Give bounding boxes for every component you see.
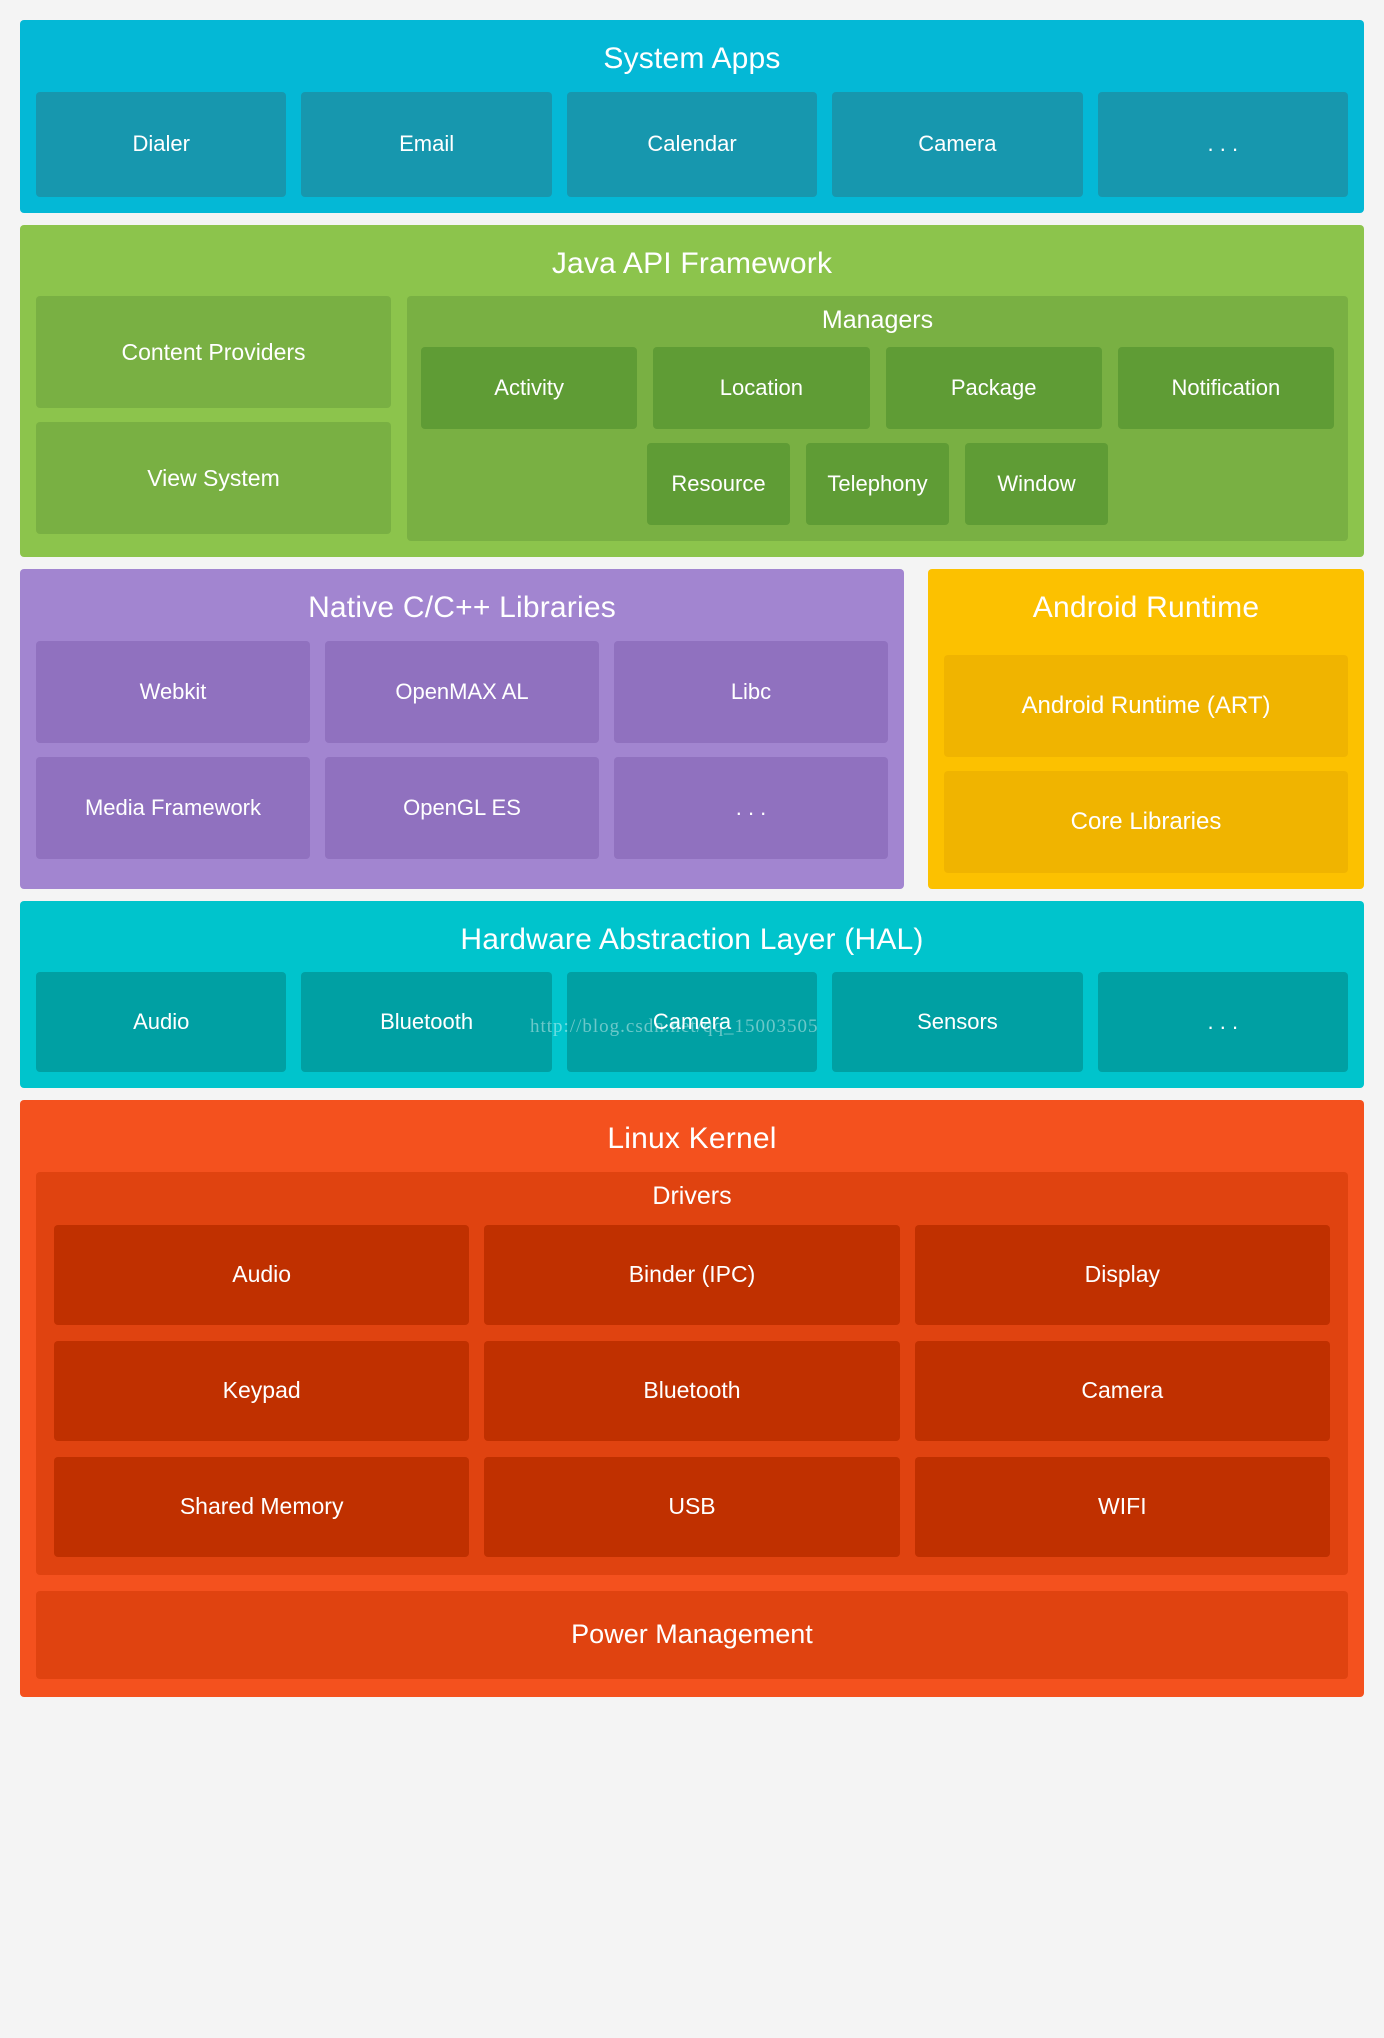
tile-webkit[interactable]: Webkit	[36, 640, 310, 743]
tile-email[interactable]: Email	[301, 91, 552, 197]
tile-location-manager[interactable]: Location	[653, 347, 870, 429]
tile-dialer[interactable]: Dialer	[36, 91, 287, 197]
tile-media-framework[interactable]: Media Framework	[36, 756, 310, 859]
tile-core-libraries[interactable]: Core Libraries	[944, 770, 1348, 873]
native-row-1: Webkit OpenMAX AL Libc	[36, 640, 888, 743]
drivers-row-3: Shared Memory USB WIFI	[54, 1456, 1330, 1557]
framework-body: Content Providers View System Managers A…	[36, 296, 1348, 541]
layer-java-api-framework: Java API Framework Content Providers Vie…	[20, 224, 1364, 557]
tile-view-system[interactable]: View System	[36, 422, 391, 534]
hal-tile-row: Audio Bluetooth Camera Sensors . . .	[36, 972, 1349, 1072]
tile-content-providers[interactable]: Content Providers	[36, 296, 391, 408]
tile-hal-audio[interactable]: Audio	[36, 972, 287, 1072]
tile-hal-sensors[interactable]: Sensors	[832, 972, 1083, 1072]
layer-native-libraries: Native C/C++ Libraries Webkit OpenMAX AL…	[20, 569, 904, 889]
tile-driver-wifi[interactable]: WIFI	[914, 1456, 1330, 1557]
tile-hal-bluetooth[interactable]: Bluetooth	[301, 972, 552, 1072]
drivers-row-2: Keypad Bluetooth Camera	[54, 1340, 1330, 1441]
tile-driver-usb[interactable]: USB	[484, 1456, 900, 1557]
tile-window-manager[interactable]: Window	[965, 443, 1108, 525]
layer-title-android-runtime: Android Runtime	[1032, 591, 1260, 624]
tile-driver-camera[interactable]: Camera	[914, 1340, 1330, 1441]
tile-opengl-es[interactable]: OpenGL ES	[325, 756, 599, 859]
tile-hal-camera[interactable]: Camera	[566, 972, 818, 1072]
layer-native-and-runtime: Native C/C++ Libraries Webkit OpenMAX AL…	[20, 569, 1364, 889]
layer-title-hal: Hardware Abstraction Layer (HAL)	[460, 922, 924, 956]
tile-openmax-al[interactable]: OpenMAX AL	[325, 640, 599, 743]
drivers-title: Drivers	[652, 1181, 732, 1210]
system-apps-tile-row: Dialer Email Calendar Camera . . .	[36, 91, 1349, 197]
tile-package-manager[interactable]: Package	[885, 347, 1102, 429]
tile-libc[interactable]: Libc	[614, 640, 888, 743]
tile-more-apps[interactable]: . . .	[1097, 91, 1349, 197]
tile-calendar[interactable]: Calendar	[566, 91, 818, 197]
layer-title-system-apps: System Apps	[603, 42, 781, 75]
tile-camera[interactable]: Camera	[832, 91, 1083, 197]
drivers-row-1: Audio Binder (IPC) Display	[54, 1224, 1330, 1325]
tile-resource-manager[interactable]: Resource	[647, 443, 790, 525]
tile-driver-shared-memory[interactable]: Shared Memory	[54, 1456, 470, 1557]
tile-activity-manager[interactable]: Activity	[421, 347, 638, 429]
layer-linux-kernel: Linux Kernel Drivers Audio Binder (IPC) …	[20, 1100, 1364, 1697]
tile-more-native-libs[interactable]: . . .	[614, 756, 888, 859]
layer-hardware-abstraction: Hardware Abstraction Layer (HAL) Audio B…	[20, 900, 1364, 1088]
tile-driver-keypad[interactable]: Keypad	[54, 1340, 470, 1441]
tile-driver-audio[interactable]: Audio	[54, 1224, 470, 1325]
tile-hal-more[interactable]: . . .	[1097, 972, 1349, 1072]
layer-title-java-api-framework: Java API Framework	[551, 246, 833, 280]
drivers-group: Drivers Audio Binder (IPC) Display Keypa…	[36, 1171, 1348, 1575]
layer-android-runtime: Android Runtime Android Runtime (ART) Co…	[928, 569, 1364, 889]
tile-driver-binder-ipc[interactable]: Binder (IPC)	[484, 1224, 900, 1325]
android-architecture-diagram: System Apps Dialer Email Calendar Camera…	[0, 0, 1384, 2038]
tile-notification-manager[interactable]: Notification	[1117, 347, 1334, 429]
tile-driver-bluetooth[interactable]: Bluetooth	[484, 1340, 900, 1441]
tile-power-management[interactable]: Power Management	[36, 1590, 1348, 1679]
managers-row-2: Resource Telephony Window	[421, 443, 1334, 525]
layer-title-native-libraries: Native C/C++ Libraries	[308, 591, 616, 624]
managers-title: Managers	[821, 306, 934, 334]
tile-driver-display[interactable]: Display	[914, 1224, 1330, 1325]
framework-left-column: Content Providers View System	[36, 296, 391, 541]
managers-group: Managers Activity Location Package Notif…	[407, 296, 1348, 541]
tile-android-runtime-art[interactable]: Android Runtime (ART)	[944, 654, 1348, 757]
layer-title-linux-kernel: Linux Kernel	[607, 1122, 777, 1155]
native-row-2: Media Framework OpenGL ES . . .	[36, 756, 888, 859]
managers-row-1: Activity Location Package Notification	[421, 347, 1334, 429]
tile-telephony-manager[interactable]: Telephony	[806, 443, 949, 525]
layer-system-apps: System Apps Dialer Email Calendar Camera…	[20, 20, 1364, 213]
